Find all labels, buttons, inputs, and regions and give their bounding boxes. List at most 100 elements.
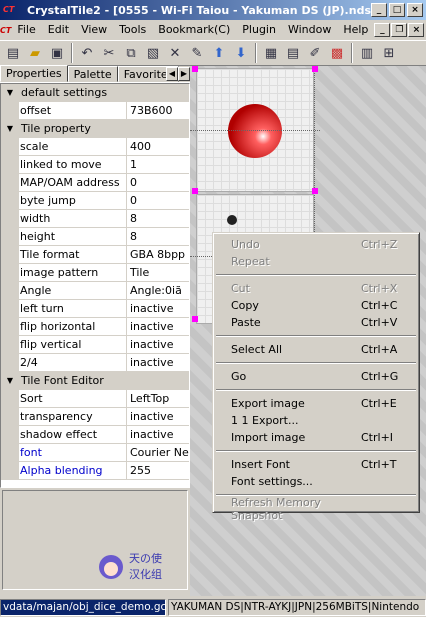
menu-edit[interactable]: Edit [42,20,75,40]
property-row[interactable]: left turn inactive [1,300,189,318]
menu-item-1-1-export[interactable]: 1 1 Export... [215,412,417,429]
property-row[interactable]: Tile format GBA 8bpp [1,246,189,264]
property-row[interactable]: height 8 [1,228,189,246]
category-tile-font-editor[interactable]: ▼ Tile Font Editor [1,372,189,390]
property-value[interactable]: LeftTop [127,390,189,407]
category-default-settings[interactable]: ▼ default settings [1,84,189,102]
property-row[interactable]: 2/4 inactive [1,354,189,372]
property-row[interactable]: shadow effect inactive [1,426,189,444]
menu-bookmark[interactable]: Bookmark(C) [152,20,236,40]
minimize-button[interactable]: _ [371,3,387,17]
open-file-icon[interactable]: ▤ [2,42,24,64]
property-name: byte jump [19,192,127,209]
collapse-icon[interactable]: ▼ [1,372,19,389]
title-bar[interactable]: CT CrystalTile2 - [0555 - Wi-Fi Taiou - … [0,0,426,20]
copy-icon[interactable]: ⧉ [120,42,142,64]
menu-item-repeat[interactable]: Repeat [215,253,417,270]
grid-icon[interactable]: ⊞ [378,42,400,64]
property-row[interactable]: transparency inactive [1,408,189,426]
cut-icon[interactable]: ✂ [98,42,120,64]
property-value[interactable]: 255 [127,462,189,479]
collapse-icon[interactable]: ▼ [1,120,19,137]
property-row[interactable]: Angle Angle:0iã [1,282,189,300]
property-value[interactable]: Angle:0iã [127,282,189,299]
property-value[interactable]: 0 [127,192,189,209]
menu-item-paste[interactable]: Paste Ctrl+V [215,314,417,331]
property-row[interactable]: flip vertical inactive [1,336,189,354]
property-value[interactable]: 8 [127,228,189,245]
menu-view[interactable]: View [75,20,113,40]
text-view-icon[interactable]: ▤ [282,42,304,64]
arrow-up-icon[interactable]: ⬆ [208,42,230,64]
property-row[interactable]: flip horizontal inactive [1,318,189,336]
tab-scroll-left-button[interactable]: ◀ [166,67,178,81]
paste-icon[interactable]: ▧ [142,42,164,64]
property-value[interactable]: GBA 8bpp [127,246,189,263]
property-value[interactable]: 73B600 [127,102,189,119]
property-value[interactable]: inactive [127,408,189,425]
property-row[interactable]: Alpha blending 255 [1,462,189,480]
menu-file[interactable]: File [11,20,41,40]
property-row[interactable]: scale 400 [1,138,189,156]
mdi-close-button[interactable]: × [408,23,425,37]
open-folder-icon[interactable]: ▰ [24,42,46,64]
property-name: font [19,444,127,461]
property-row[interactable]: width 8 [1,210,189,228]
memory-icon[interactable]: ▥ [356,42,378,64]
menu-item-import-image[interactable]: Import image Ctrl+I [215,429,417,446]
property-value[interactable]: inactive [127,354,189,371]
undo-icon[interactable]: ↶ [76,42,98,64]
translation-group-logo: 天の使 汉化组 [99,552,162,581]
property-value[interactable]: inactive [127,336,189,353]
property-row[interactable]: Sort LeftTop [1,390,189,408]
tab-scroll-right-button[interactable]: ▶ [178,67,190,81]
tile-view-icon[interactable]: ▦ [260,42,282,64]
menu-window[interactable]: Window [282,20,337,40]
property-row[interactable]: image pattern Tile [1,264,189,282]
red-pip-icon [228,104,282,158]
save-icon[interactable]: ▣ [46,42,68,64]
property-value[interactable]: Tile [127,264,189,281]
mdi-minimize-button[interactable]: _ [374,23,391,37]
delete-icon[interactable]: ✕ [164,42,186,64]
palette-icon[interactable]: ▩ [326,42,348,64]
property-name: shadow effect [19,426,127,443]
arrow-down-icon[interactable]: ⬇ [230,42,252,64]
property-row[interactable]: byte jump 0 [1,192,189,210]
menu-item-refresh-memory-snapshot[interactable]: Refresh Memory Snapshot [215,496,417,522]
property-name: flip vertical [19,336,127,353]
property-value[interactable]: 8 [127,210,189,227]
property-value[interactable]: 400 [127,138,189,155]
collapse-icon[interactable]: ▼ [1,84,19,101]
property-value[interactable]: inactive [127,300,189,317]
close-button[interactable]: × [407,3,423,17]
property-value[interactable]: Courier New [127,444,189,461]
property-row[interactable]: MAP/OAM address 0 [1,174,189,192]
tab-palette[interactable]: Palette [67,66,118,82]
menu-item-select-all[interactable]: Select All Ctrl+A [215,341,417,358]
menu-item-go[interactable]: Go Ctrl+G [215,368,417,385]
property-value[interactable]: inactive [127,426,189,443]
document-icon[interactable]: CT [0,26,11,35]
property-row[interactable]: linked to move 1 [1,156,189,174]
menu-item-insert-font[interactable]: Insert Font Ctrl+T [215,456,417,473]
property-value[interactable]: 0 [127,174,189,191]
menu-item-font-settings[interactable]: Font settings... [215,473,417,490]
tab-properties[interactable]: Properties [0,65,68,82]
menu-tools[interactable]: Tools [113,20,152,40]
settings-icon[interactable]: ✎ [186,42,208,64]
edit-icon[interactable]: ✐ [304,42,326,64]
menu-item-cut[interactable]: Cut Ctrl+X [215,280,417,297]
menu-item-undo[interactable]: Undo Ctrl+Z [215,236,417,253]
property-row[interactable]: fontCourier New [1,444,189,462]
maximize-button[interactable]: □ [389,3,405,17]
property-value[interactable]: inactive [127,318,189,335]
menu-item-copy[interactable]: Copy Ctrl+C [215,297,417,314]
category-tile-property[interactable]: ▼ Tile property [1,120,189,138]
menu-help[interactable]: Help [337,20,374,40]
property-value[interactable]: 1 [127,156,189,173]
property-row[interactable]: offset 73B600 [1,102,189,120]
menu-item-export-image[interactable]: Export image Ctrl+E [215,395,417,412]
mdi-restore-button[interactable]: ❐ [391,23,408,37]
menu-plugin[interactable]: Plugin [236,20,282,40]
